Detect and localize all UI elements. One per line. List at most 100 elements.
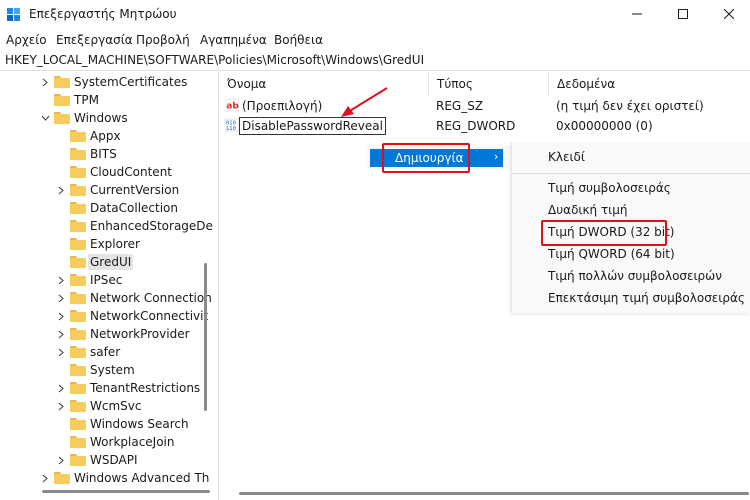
folder-icon xyxy=(70,238,86,250)
chevron-right-icon[interactable] xyxy=(56,289,66,307)
value-data: 0x00000000 (0) xyxy=(556,119,653,133)
submenu-item-binary-value[interactable]: Δυαδική τιμή xyxy=(548,203,627,217)
folder-icon xyxy=(70,454,86,466)
submenu-item-string-value[interactable]: Τιμή συμβολοσειράς xyxy=(548,181,671,195)
tree-item[interactable]: TenantRestrictions xyxy=(56,379,200,397)
tree-item[interactable]: Network Connection xyxy=(56,289,212,307)
tree-item[interactable]: Windows xyxy=(40,109,128,127)
tree-item[interactable]: NetworkProvider xyxy=(56,325,190,343)
tree-item-label: TPM xyxy=(74,93,99,107)
chevron-right-icon[interactable] xyxy=(40,73,50,91)
menu-favorites[interactable]: Αγαπημένα xyxy=(200,33,267,47)
close-button[interactable] xyxy=(706,0,750,30)
tree-item[interactable]: System xyxy=(56,361,135,379)
column-header-name[interactable]: Όνομα xyxy=(219,72,429,96)
value-row[interactable]: 010 110 DisablePasswordReveal REG_DWORD … xyxy=(219,116,750,136)
tree-item[interactable]: Windows Advanced Th xyxy=(40,469,209,487)
tree-item[interactable]: Explorer xyxy=(56,235,140,253)
tree-item[interactable]: WorkplaceJoin xyxy=(56,433,175,451)
folder-icon xyxy=(70,400,86,412)
tree-item[interactable]: BITS xyxy=(56,145,117,163)
tree-item-label: WSDAPI xyxy=(90,453,138,467)
tree-item[interactable]: IPSec xyxy=(56,271,122,289)
tree-horizontal-scrollbar[interactable] xyxy=(42,490,210,493)
red-arrow-icon xyxy=(338,86,390,123)
value-row[interactable]: ab (Προεπιλογή) REG_SZ (η τιμή δεν έχει … xyxy=(219,96,750,116)
folder-icon xyxy=(70,436,86,448)
chevron-right-icon[interactable] xyxy=(56,307,66,325)
tree-item[interactable]: Windows Search xyxy=(56,415,189,433)
tree-item-label: NetworkConnectivit xyxy=(90,309,209,323)
chevron-right-icon[interactable] xyxy=(56,397,66,415)
tree-item-label: Explorer xyxy=(90,237,140,251)
menu-help[interactable]: Βοήθεια xyxy=(274,33,323,47)
folder-icon xyxy=(70,274,86,286)
tree-item[interactable]: CurrentVersion xyxy=(56,181,179,199)
folder-icon xyxy=(70,166,86,178)
tree-item[interactable]: TPM xyxy=(40,91,99,109)
tree-item[interactable]: safer xyxy=(56,343,120,361)
tree-item-label: Windows Search xyxy=(90,417,189,431)
tree-item-label: BITS xyxy=(90,147,117,161)
tree-item-label: Appx xyxy=(90,129,121,143)
chevron-right-icon[interactable] xyxy=(56,379,66,397)
tree-item[interactable]: WSDAPI xyxy=(56,451,138,469)
folder-icon xyxy=(54,112,70,124)
tree-item-label: System xyxy=(90,363,135,377)
value-data: (η τιμή δεν έχει οριστεί) xyxy=(556,99,704,113)
tree-item[interactable]: GredUI xyxy=(56,253,134,271)
tree-item-label: GredUI xyxy=(88,254,134,270)
list-horizontal-scrollbar[interactable] xyxy=(239,492,749,495)
tree-item[interactable]: SystemCertificates xyxy=(40,73,187,91)
tree-item-label: WorkplaceJoin xyxy=(90,435,175,449)
tree-item-label: CloudContent xyxy=(90,165,173,179)
tree-item[interactable]: EnhancedStorageDe xyxy=(56,217,213,235)
tree-item-label: Network Connection xyxy=(90,291,212,305)
tree-item[interactable]: NetworkConnectivit xyxy=(56,307,208,325)
menu-view[interactable]: Προβολή xyxy=(136,33,190,47)
registry-tree[interactable]: SystemCertificates TPM Windows Appx BITS Clou… xyxy=(0,72,214,500)
column-header-type[interactable]: Τύπος xyxy=(429,72,549,96)
tree-vertical-scrollbar[interactable] xyxy=(204,263,207,411)
column-header-data[interactable]: Δεδομένα xyxy=(549,72,750,96)
tree-item[interactable]: DataCollection xyxy=(56,199,178,217)
submenu-item-key[interactable]: Κλειδί xyxy=(548,150,585,164)
binary-value-icon: 010 110 xyxy=(224,118,240,132)
submenu-item-multi-string-value[interactable]: Τιμή πολλών συμβολοσειρών xyxy=(548,269,722,283)
chevron-right-icon[interactable] xyxy=(56,325,66,343)
address-path[interactable]: HKEY_LOCAL_MACHINE\SOFTWARE\Policies\Mic… xyxy=(5,53,424,67)
tree-item[interactable]: CloudContent xyxy=(56,163,172,181)
chevron-right-icon[interactable] xyxy=(56,451,66,469)
folder-icon xyxy=(70,184,86,196)
menu-edit[interactable]: Επεξεργασία xyxy=(56,33,133,47)
title-bar: Επεξεργαστής Μητρώου xyxy=(0,0,750,30)
chevron-right-icon[interactable] xyxy=(56,181,66,199)
maximize-button[interactable] xyxy=(660,0,706,30)
svg-text:110: 110 xyxy=(226,126,236,132)
menu-file[interactable]: Αρχείο xyxy=(6,33,47,47)
chevron-right-icon[interactable] xyxy=(40,469,50,487)
tree-item-label: Windows xyxy=(74,111,128,125)
submenu-item-expandable-string-value[interactable]: Επεκτάσιμη τιμή συμβολοσειράς xyxy=(548,291,745,305)
minimize-icon xyxy=(632,8,642,22)
submenu-item-qword-value[interactable]: Τιμή QWORD (64 bit) xyxy=(548,247,675,261)
tree-item-label: DataCollection xyxy=(90,201,179,215)
tree-item[interactable]: Appx xyxy=(56,127,121,145)
chevron-right-icon[interactable] xyxy=(56,271,66,289)
folder-icon xyxy=(70,292,86,304)
chevron-right-icon[interactable] xyxy=(56,343,66,361)
tree-item-label: TenantRestrictions xyxy=(90,381,201,395)
minimize-button[interactable] xyxy=(614,0,660,30)
tree-item[interactable]: WcmSvc xyxy=(56,397,141,415)
folder-icon xyxy=(70,364,86,376)
chevron-down-icon[interactable] xyxy=(40,109,50,127)
folder-icon xyxy=(54,472,70,484)
address-bar[interactable]: HKEY_LOCAL_MACHINE\SOFTWARE\Policies\Mic… xyxy=(0,50,750,71)
